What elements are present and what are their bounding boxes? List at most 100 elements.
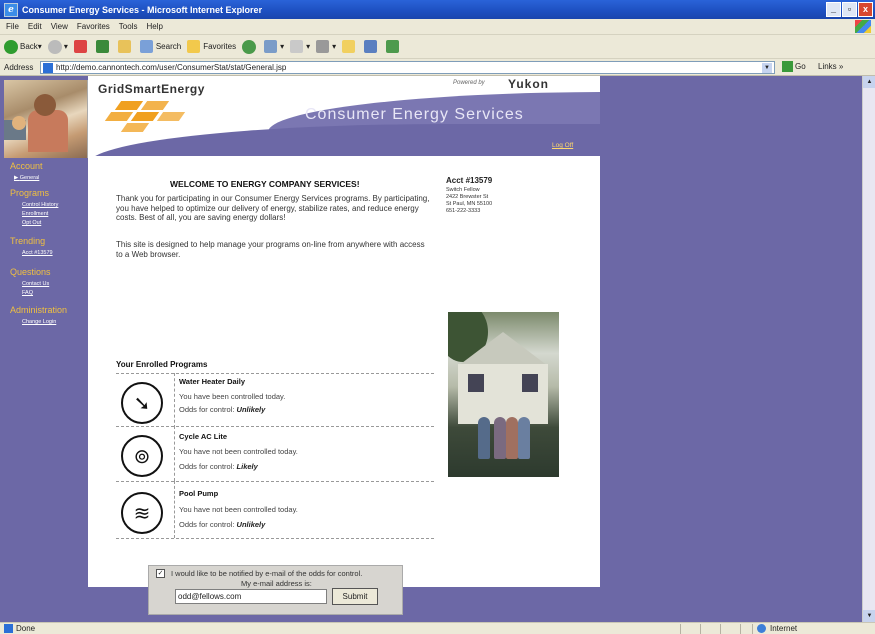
nav-section-trending: Trending: [10, 236, 46, 246]
url-input[interactable]: http://demo.cannontech.com/user/Consumer…: [40, 61, 775, 74]
company-logo: GridSmartEnergy: [98, 82, 205, 96]
nav-section-administration: Administration: [10, 305, 68, 315]
menu-edit[interactable]: Edit: [28, 22, 42, 31]
history-button[interactable]: ▾: [264, 40, 284, 53]
menu-favorites[interactable]: Favorites: [77, 22, 110, 31]
url-text: http://demo.cannontech.com/user/Consumer…: [56, 63, 287, 72]
status-text: Done: [16, 624, 36, 633]
address-bar: Address http://demo.cannontech.com/user/…: [0, 59, 875, 76]
back-button[interactable]: Back ▾: [4, 39, 42, 54]
search-button[interactable]: Search: [139, 40, 181, 53]
welcome-paragraph: Thank you for participating in our Consu…: [116, 194, 430, 223]
forward-button[interactable]: ▾: [47, 39, 68, 54]
house-photo: [448, 312, 559, 477]
nav-link-enrollment[interactable]: Enrollment: [22, 211, 48, 217]
logo-tiles-icon: [100, 101, 190, 132]
folder-button[interactable]: [342, 40, 358, 53]
window-title: Consumer Energy Services - Microsoft Int…: [22, 4, 263, 15]
refresh-icon: [95, 40, 109, 53]
chevron-down-icon[interactable]: ▼: [762, 63, 772, 73]
powered-by-label: Powered by: [453, 80, 485, 86]
divider: [174, 481, 175, 538]
print-icon: [316, 40, 330, 53]
mail-button[interactable]: ▾: [290, 40, 310, 53]
left-nav: Account ▶ General Programs Control Histo…: [0, 76, 88, 622]
home-button[interactable]: [117, 40, 134, 53]
favorites-button[interactable]: Favorites: [187, 40, 236, 53]
scroll-up-icon[interactable]: ▲: [863, 76, 875, 88]
page-viewport: Account ▶ General Programs Control Histo…: [0, 76, 862, 622]
nav-link-faq[interactable]: FAQ: [22, 290, 33, 296]
welcome-heading: WELCOME TO ENERGY COMPANY SERVICES!: [170, 179, 360, 189]
account-street: 2422 Brewster St: [446, 194, 489, 200]
nav-link-acct[interactable]: Acct #13579: [22, 250, 53, 256]
program-status: You have been controlled today.: [179, 392, 286, 401]
messenger-button[interactable]: [386, 40, 402, 53]
globe-icon: [757, 624, 766, 633]
address-label: Address: [4, 62, 34, 72]
close-button[interactable]: x: [858, 2, 873, 17]
page-title: Consumer Energy Services: [305, 106, 524, 123]
links-button[interactable]: Links »: [818, 62, 843, 71]
star-icon: [187, 40, 201, 53]
account-name: Switch Fellow: [446, 187, 480, 193]
media-icon: [242, 39, 257, 54]
program-name: Cycle AC Lite: [179, 432, 228, 441]
water-heater-icon: ➘: [121, 382, 163, 424]
notify-label: I would like to be notified by e-mail of…: [171, 569, 363, 578]
status-bar: Done Internet: [0, 622, 875, 634]
nav-link-change-login[interactable]: Change Login: [22, 319, 56, 325]
page-icon: [43, 62, 53, 73]
email-input[interactable]: odd@fellows.com: [175, 589, 327, 604]
program-odds: Odds for control: Unlikely: [179, 520, 266, 529]
menu-view[interactable]: View: [51, 22, 68, 31]
menu-tools[interactable]: Tools: [119, 22, 138, 31]
account-city: St Paul, MN 55100: [446, 201, 493, 207]
ac-icon: ⊚: [121, 435, 163, 477]
back-arrow-icon: [4, 39, 18, 54]
scroll-down-icon[interactable]: ▼: [863, 610, 875, 622]
nav-section-programs: Programs: [10, 188, 50, 198]
vertical-scrollbar[interactable]: ▲ ▼: [862, 76, 875, 622]
divider: [174, 373, 175, 428]
divider: [116, 481, 434, 482]
maximize-button[interactable]: ▫: [842, 2, 857, 17]
discuss-button[interactable]: [364, 40, 380, 53]
refresh-button[interactable]: [95, 40, 112, 53]
media-button[interactable]: [242, 39, 258, 54]
yukon-logo: Yukon: [508, 77, 550, 91]
nav-section-questions: Questions: [10, 267, 51, 277]
divider: [174, 426, 175, 481]
program-name: Pool Pump: [179, 489, 219, 498]
submit-button[interactable]: Submit: [332, 588, 378, 605]
title-bar: e Consumer Energy Services - Microsoft I…: [0, 0, 875, 19]
print-button[interactable]: ▾: [316, 40, 336, 53]
nav-link-opt-out[interactable]: Opt Out: [22, 220, 41, 226]
info-paragraph: This site is designed to help manage you…: [116, 240, 425, 259]
nav-section-account: Account: [10, 161, 43, 171]
nav-link-general[interactable]: ▶ General: [14, 175, 39, 181]
program-status: You have not been controlled today.: [179, 505, 298, 514]
email-label: My e-mail address is:: [241, 579, 312, 588]
mail-icon: [290, 40, 304, 53]
forward-arrow-icon: [47, 39, 62, 54]
program-odds: Odds for control: Likely: [179, 462, 258, 471]
stop-icon: [73, 40, 87, 53]
menu-help[interactable]: Help: [146, 22, 162, 31]
program-odds: Odds for control: Unlikely: [179, 405, 266, 414]
notify-checkbox[interactable]: ✓: [156, 569, 165, 578]
logoff-link[interactable]: Log Off: [552, 142, 573, 149]
nav-link-contact-us[interactable]: Contact Us: [22, 281, 49, 287]
program-status: You have not been controlled today.: [179, 447, 298, 456]
minimize-button[interactable]: _: [826, 2, 841, 17]
pool-pump-icon: ≋: [121, 492, 163, 534]
search-icon: [139, 40, 153, 53]
go-arrow-icon: [782, 61, 793, 72]
nav-link-control-history[interactable]: Control History: [22, 202, 58, 208]
menu-file[interactable]: File: [6, 22, 19, 31]
notify-form: ✓ I would like to be notified by e-mail …: [148, 565, 403, 615]
stop-button[interactable]: [73, 40, 90, 53]
messenger-icon: [386, 40, 400, 53]
folder-icon: [342, 40, 356, 53]
go-button[interactable]: Go: [782, 61, 806, 72]
